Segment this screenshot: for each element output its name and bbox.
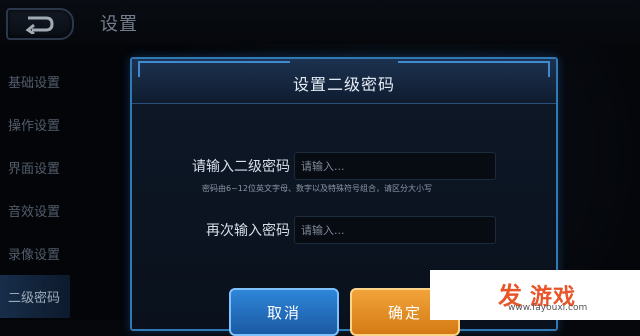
- confirm-password-input[interactable]: [294, 216, 496, 244]
- confirm-password-label: 再次输入密码: [206, 223, 290, 239]
- cancel-button[interactable]: 取消: [229, 288, 339, 336]
- password-hint: 密码由6~12位英文字母、数字以及特殊符号组合，请区分大小写: [202, 184, 432, 193]
- dialog-title: 设置二级密码: [292, 75, 395, 94]
- password-input[interactable]: [294, 152, 496, 180]
- site-watermark: 发 游戏 www.fayouxi.com: [430, 270, 640, 320]
- watermark-url: www.fayouxi.com: [508, 303, 588, 313]
- dialog-header: 设置二级密码: [132, 59, 556, 104]
- password-label: 请输入二级密码: [192, 159, 290, 175]
